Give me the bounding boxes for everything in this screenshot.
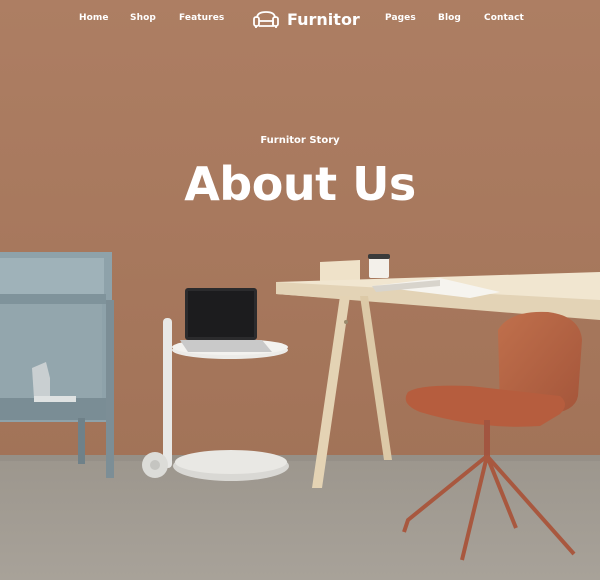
nav-shop[interactable]: Shop bbox=[130, 13, 156, 23]
nav-contact[interactable]: Contact bbox=[484, 13, 524, 23]
nav-blog[interactable]: Blog bbox=[438, 13, 461, 23]
nav-pages[interactable]: Pages bbox=[385, 13, 416, 23]
hero-section: Home Shop Features Furnitor Pages Blog C… bbox=[0, 0, 600, 580]
hero-kicker: Furnitor Story bbox=[260, 135, 340, 146]
sofa-icon bbox=[253, 11, 279, 28]
hero-background-image bbox=[0, 0, 600, 580]
brand-name: Furnitor bbox=[287, 9, 360, 29]
nav-home[interactable]: Home bbox=[79, 13, 109, 23]
top-navigation: Home Shop Features Furnitor Pages Blog C… bbox=[0, 0, 600, 40]
page-title: About Us bbox=[184, 157, 416, 211]
nav-features[interactable]: Features bbox=[179, 13, 224, 23]
brand-logo[interactable]: Furnitor bbox=[252, 8, 360, 30]
